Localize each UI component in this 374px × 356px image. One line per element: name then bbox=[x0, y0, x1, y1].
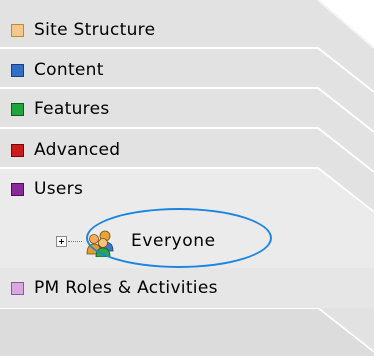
nav-item-label: Content bbox=[34, 60, 104, 80]
nav-item-features[interactable]: Features bbox=[0, 89, 374, 129]
nav-item-empty[interactable] bbox=[0, 310, 374, 350]
nav-item-advanced[interactable]: Advanced bbox=[0, 130, 374, 170]
nav-item-pm-roles-activities[interactable]: PM Roles & Activities bbox=[0, 268, 374, 308]
nav-item-content[interactable]: Content bbox=[0, 50, 374, 90]
tree-node-everyone[interactable]: Everyone bbox=[51, 222, 291, 262]
pm-roles-swatch-icon bbox=[11, 281, 24, 295]
features-swatch-icon bbox=[11, 102, 24, 116]
tree-connector bbox=[68, 241, 82, 242]
nav-item-label: Site Structure bbox=[34, 20, 156, 40]
nav-item-site-structure[interactable]: Site Structure bbox=[0, 10, 374, 50]
expand-plus-icon[interactable] bbox=[56, 236, 67, 247]
nav-item-label: Advanced bbox=[34, 140, 121, 160]
nav-item-label: Users bbox=[34, 179, 84, 199]
nav-item-users[interactable]: Users bbox=[0, 169, 374, 209]
user-group-icon bbox=[86, 230, 114, 257]
content-swatch-icon bbox=[11, 63, 24, 77]
advanced-swatch-icon bbox=[11, 143, 24, 157]
tree-node-label: Everyone bbox=[131, 231, 216, 251]
users-swatch-icon bbox=[11, 182, 24, 196]
nav-item-label: Features bbox=[34, 99, 110, 119]
nav-item-label: PM Roles & Activities bbox=[34, 278, 218, 298]
site-structure-swatch-icon bbox=[11, 23, 24, 37]
